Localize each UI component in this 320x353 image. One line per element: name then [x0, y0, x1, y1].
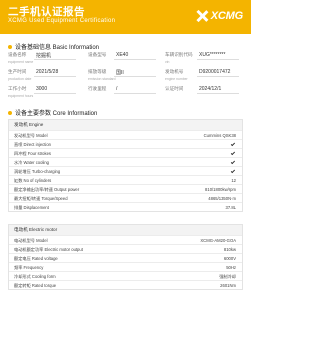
- row-label: 涡轮增压 Turbo-charging: [14, 169, 61, 174]
- table-row: 最大扭矩/转速 Torque/Speed 4865/1350N·m: [9, 193, 242, 202]
- table-row: 水冷 Water cooling: [9, 157, 242, 166]
- table-row: 排量 Displacement 37.8L: [9, 202, 242, 211]
- table-row: 电动机额定功率 Electric motor output 810kw: [9, 244, 242, 253]
- table-row: 额定净输出功率/转速 Output power 810/1800kw/rpm: [9, 184, 242, 193]
- row-value: 2601Nm: [220, 283, 236, 288]
- table-row: 额定电压 Rated voltage 6000V: [9, 253, 242, 262]
- checkmark-icon: [230, 159, 236, 165]
- field-equipment-hours: 工作小时 3000 equipment hours: [8, 86, 76, 98]
- report-title: 二手机认证报告: [8, 6, 85, 18]
- table-row: 直喷 Direct injection: [9, 139, 242, 148]
- xcmg-logo: XCMG: [195, 9, 243, 23]
- bullet-icon: [8, 110, 12, 115]
- row-label: 水冷 Water cooling: [14, 160, 49, 165]
- basic-info-heading: 设备基础信息 Basic Information: [8, 42, 99, 51]
- checkmark-icon: [230, 141, 236, 147]
- bullet-icon: [8, 44, 12, 49]
- table-row: 频率 Frequency 50Hz: [9, 262, 242, 271]
- row-label: 频率 Frequency: [14, 265, 44, 270]
- row-label: 额定净输出功率/转速 Output power: [14, 187, 80, 192]
- checkmark-icon: [230, 168, 236, 174]
- row-label: 排量 Displacement: [14, 205, 49, 210]
- row-label: 发动机型号 Model: [14, 133, 48, 138]
- row-label: 冷却形式 Cooling form: [14, 274, 56, 279]
- field-engine-number: 发动机号 D9200017472 engine number: [165, 69, 239, 81]
- row-label: 额定转矩 Rated torque: [14, 283, 57, 288]
- row-label: 电动机型号 Model: [14, 238, 48, 243]
- row-label: 额定电压 Rated voltage: [14, 256, 58, 261]
- motor-table-header: 电动机 Electric motor: [9, 225, 242, 235]
- table-row: 电动机型号 Model XCMG-AM20-GOA: [9, 235, 242, 244]
- checkmark-icon: [230, 150, 236, 156]
- table-row: 额定转矩 Rated torque 2601Nm: [9, 280, 242, 289]
- table-row: 四冲程 Four strokes: [9, 148, 242, 157]
- xcmg-logo-icon: [195, 9, 209, 23]
- engine-table-header: 发动机 Engine: [9, 120, 242, 130]
- row-label: 四冲程 Four strokes: [14, 151, 51, 156]
- field-equipment-name: 设备名称 挖掘机 equipment name: [8, 52, 76, 64]
- basic-info-row: 工作小时 3000 equipment hours 行驶里程 / 认证时间 20…: [8, 86, 243, 103]
- report-header: 二手机认证报告 XCMG Used Equipment Certificatio…: [0, 0, 251, 34]
- row-label: 最大扭矩/转速 Torque/Speed: [14, 196, 68, 201]
- row-label: 缸数 No of cylinders: [14, 178, 52, 183]
- row-value: 37.8L: [225, 205, 236, 210]
- motor-table: 电动机 Electric motor 电动机型号 Model XCMG-AM20-…: [8, 224, 243, 290]
- core-info-heading: 设备主要参数 Core Information: [8, 108, 97, 117]
- field-production-date: 生产时间 2021/5/28 production date: [8, 69, 76, 81]
- engine-table: 发动机 Engine 发动机型号 Model Cummins QSK38 直喷 Di…: [8, 119, 243, 212]
- field-certification-date: 认证时间 2024/12/1: [165, 86, 239, 94]
- table-row: 涡轮增压 Turbo-charging: [9, 166, 242, 175]
- row-label: 电动机额定功率 Electric motor output: [14, 247, 83, 252]
- field-mileage: 行驶里程 /: [88, 86, 156, 94]
- table-row: 发动机型号 Model Cummins QSK38: [9, 130, 242, 139]
- table-row: 冷却形式 Cooling form 强制冷却: [9, 271, 242, 280]
- report-subtitle: XCMG Used Equipment Certification: [8, 18, 116, 24]
- basic-info-row: 设备名称 挖掘机 equipment name 设备型号 XE40 车辆识别代码…: [8, 52, 243, 69]
- field-emission-standard: 排放等级 国II emission standard: [88, 69, 156, 81]
- field-equipment-model: 设备型号 XE40: [88, 52, 156, 60]
- basic-info-row: 生产时间 2021/5/28 production date 排放等级 国II …: [8, 69, 243, 86]
- table-row: 缸数 No of cylinders 12: [9, 175, 242, 184]
- field-vin: 车辆识别代码 XUG******** vin: [165, 52, 239, 64]
- basic-info-grid: 设备名称 挖掘机 equipment name 设备型号 XE40 车辆识别代码…: [8, 52, 243, 103]
- row-label: 直喷 Direct injection: [14, 142, 52, 147]
